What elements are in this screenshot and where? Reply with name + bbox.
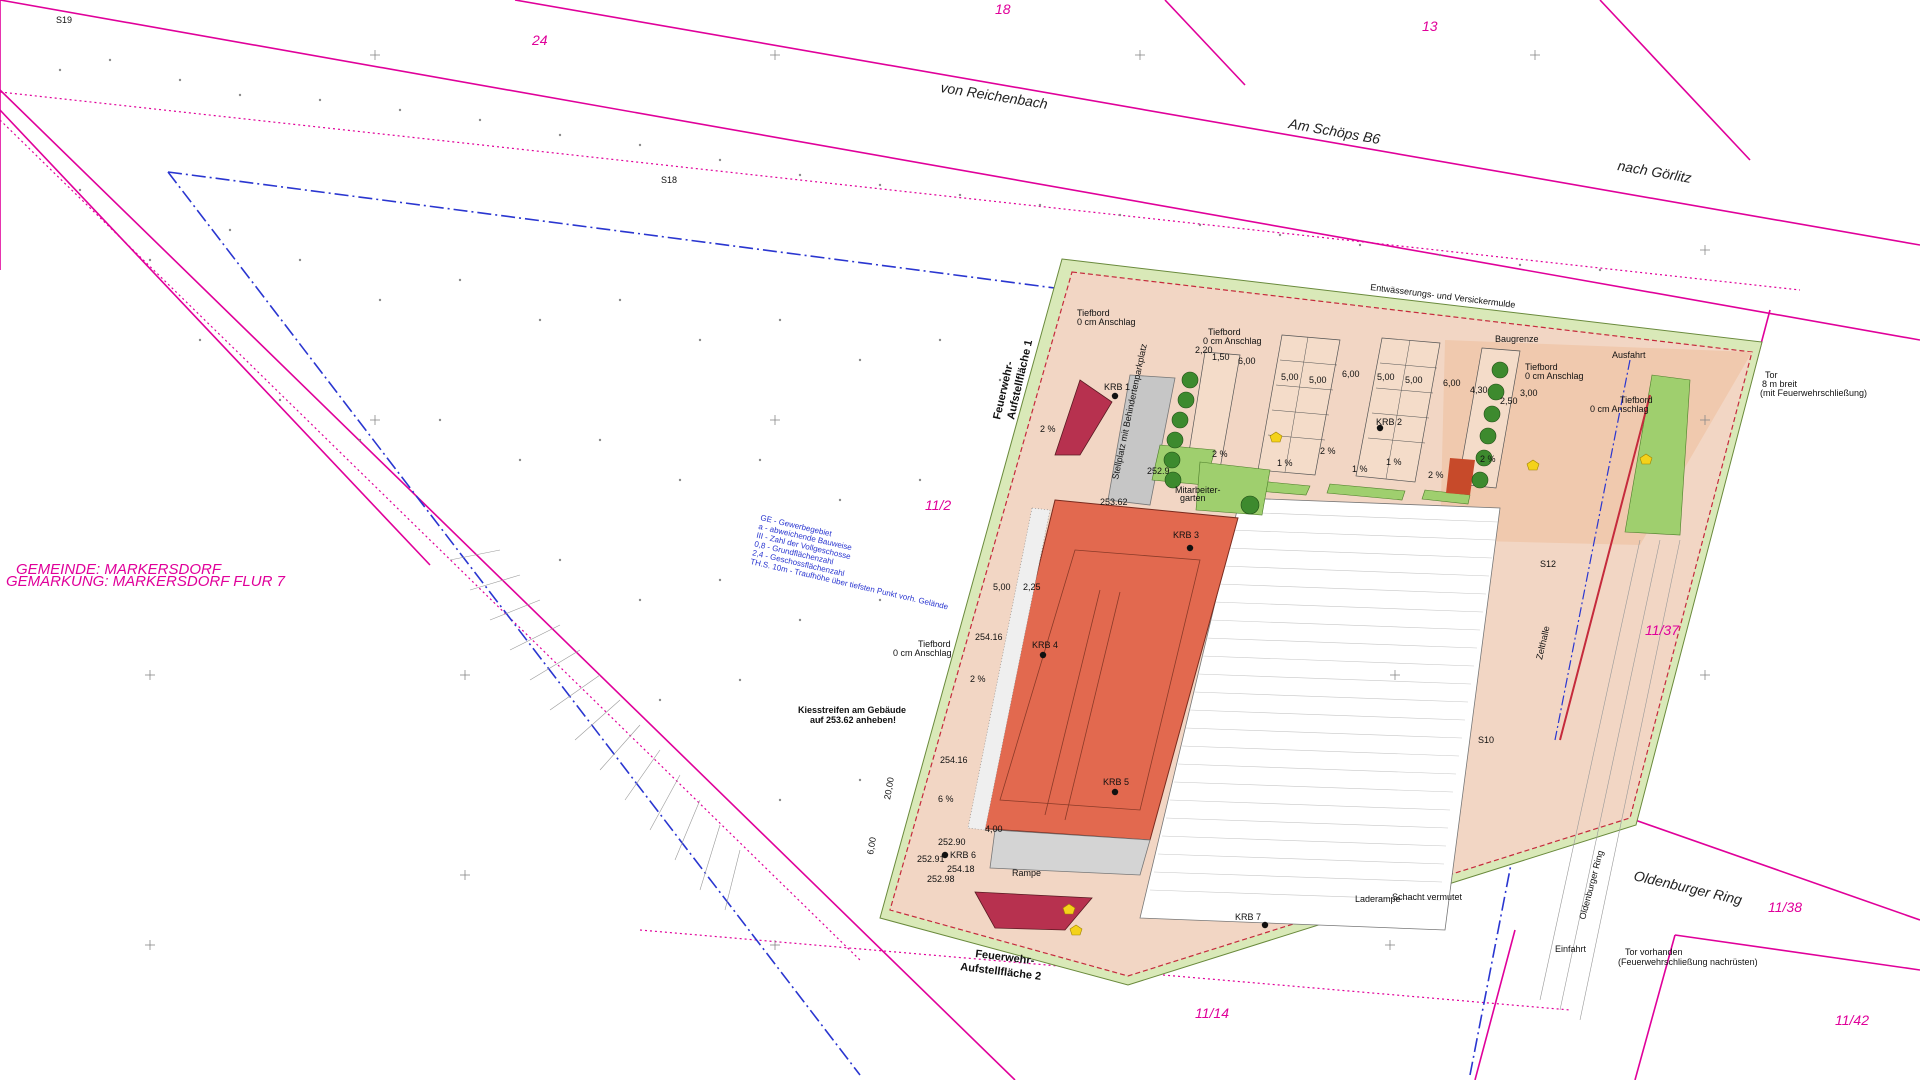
svg-text:TH.S. 10m - Traufhöhe über tie: TH.S. 10m - Traufhöhe über tiefsten Punk… <box>749 557 949 612</box>
svg-text:6,00: 6,00 <box>1238 356 1256 366</box>
svg-text:252.98: 252.98 <box>927 874 955 884</box>
parcel-11-42: 11/42 <box>1835 1012 1869 1028</box>
svg-text:252.9: 252.9 <box>1147 466 1170 476</box>
svg-text:2 %: 2 % <box>1212 449 1228 459</box>
parcel-11-38: 11/38 <box>1768 899 1802 915</box>
svg-text:4,00: 4,00 <box>985 824 1003 834</box>
parcel-11-2: 11/2 <box>925 497 951 513</box>
svg-text:2,20: 2,20 <box>1195 345 1213 355</box>
building-line-label: Baugrenze <box>1495 334 1539 344</box>
gate-label-3: (mit Feuerwehrschließung) <box>1760 388 1867 398</box>
svg-text:5,00: 5,00 <box>1281 372 1299 382</box>
svg-text:254.18: 254.18 <box>947 864 975 874</box>
svg-text:3,00: 3,00 <box>1520 388 1538 398</box>
exit-label: Ausfahrt <box>1612 350 1646 360</box>
svg-text:254.16: 254.16 <box>975 632 1003 642</box>
district-label: GEMARKUNG: MARKERSDORF FLUR 7 <box>6 573 286 590</box>
svg-text:KRB 4: KRB 4 <box>1032 640 1058 650</box>
svg-text:5,00: 5,00 <box>993 582 1011 592</box>
gravel-note-1: Kiesstreifen am Gebäude <box>798 705 906 715</box>
svg-text:S19: S19 <box>56 15 72 25</box>
svg-text:6 %: 6 % <box>938 794 954 804</box>
svg-text:253.62: 253.62 <box>1100 497 1128 507</box>
svg-text:2,25: 2,25 <box>1023 582 1041 592</box>
svg-text:S18: S18 <box>661 175 677 185</box>
entrance-label: Einfahrt <box>1555 944 1587 954</box>
zoning-legend: GE - Gewerbegebiet a - abweichende Bauwe… <box>749 513 949 612</box>
svg-text:5,00: 5,00 <box>1309 375 1327 385</box>
svg-text:2 %: 2 % <box>1320 446 1336 456</box>
parcel-11-14: 11/14 <box>1195 1005 1229 1021</box>
curb-label-4b: 0 cm Anschlag <box>1590 404 1649 414</box>
parcel-24: 24 <box>531 32 548 48</box>
curb-label-3b: 0 cm Anschlag <box>1525 371 1584 381</box>
curb-label-1b: 0 cm Anschlag <box>1077 317 1136 327</box>
svg-text:2 %: 2 % <box>1428 470 1444 480</box>
svg-text:252.91: 252.91 <box>917 854 945 864</box>
gravel-note-2: auf 253.62 anheben! <box>810 715 896 725</box>
svg-text:2 %: 2 % <box>970 674 986 684</box>
svg-text:1 %: 1 % <box>1352 464 1368 474</box>
parcel-11-37: 11/37 <box>1645 622 1680 638</box>
svg-text:2,50: 2,50 <box>1500 396 1518 406</box>
svg-text:1 %: 1 % <box>1386 457 1402 467</box>
svg-text:1 %: 1 % <box>1277 458 1293 468</box>
svg-text:6,00: 6,00 <box>865 836 878 855</box>
curb-label-5b: 0 cm Anschlag <box>893 648 952 658</box>
svg-text:KRB 3: KRB 3 <box>1173 530 1199 540</box>
svg-text:S12: S12 <box>1540 559 1556 569</box>
parcel-13: 13 <box>1422 18 1438 34</box>
svg-text:252.90: 252.90 <box>938 837 966 847</box>
svg-text:20,00: 20,00 <box>882 776 896 800</box>
existing-gate-1: Tor vorhanden <box>1625 947 1683 957</box>
svg-text:KRB 2: KRB 2 <box>1376 417 1402 427</box>
svg-text:KRB 7: KRB 7 <box>1235 912 1261 922</box>
svg-text:6,00: 6,00 <box>1342 369 1360 379</box>
svg-text:6,00: 6,00 <box>1443 378 1461 388</box>
manhole-label: Schacht vermutet <box>1392 892 1463 902</box>
svg-text:5,00: 5,00 <box>1405 375 1423 385</box>
svg-text:1,50: 1,50 <box>1212 352 1230 362</box>
site-plan-map: 18 13 24 11/2 11/37 11/38 11/14 11/42 vo… <box>0 0 1920 1080</box>
street-oldenburger-ring-vertical: Oldenburger Ring <box>1577 849 1605 920</box>
parcel-18: 18 <box>995 1 1011 17</box>
svg-text:4,30: 4,30 <box>1470 385 1488 395</box>
svg-text:254.16: 254.16 <box>940 755 968 765</box>
street-oldenburger-ring: Oldenburger Ring <box>1632 867 1743 907</box>
svg-text:KRB 6: KRB 6 <box>950 850 976 860</box>
svg-text:2 %: 2 % <box>1040 424 1056 434</box>
existing-gate-2: (Feuerwehrschließung nachrüsten) <box>1618 957 1758 967</box>
ramp-label: Rampe <box>1012 868 1041 878</box>
svg-text:2 %: 2 % <box>1480 454 1496 464</box>
staff-garden-2: garten <box>1180 493 1206 503</box>
street-nach-goerlitz: nach Görlitz <box>1616 157 1692 186</box>
svg-text:KRB 1: KRB 1 <box>1104 382 1130 392</box>
svg-text:KRB 5: KRB 5 <box>1103 777 1129 787</box>
svg-text:S10: S10 <box>1478 735 1494 745</box>
svg-text:5,00: 5,00 <box>1377 372 1395 382</box>
